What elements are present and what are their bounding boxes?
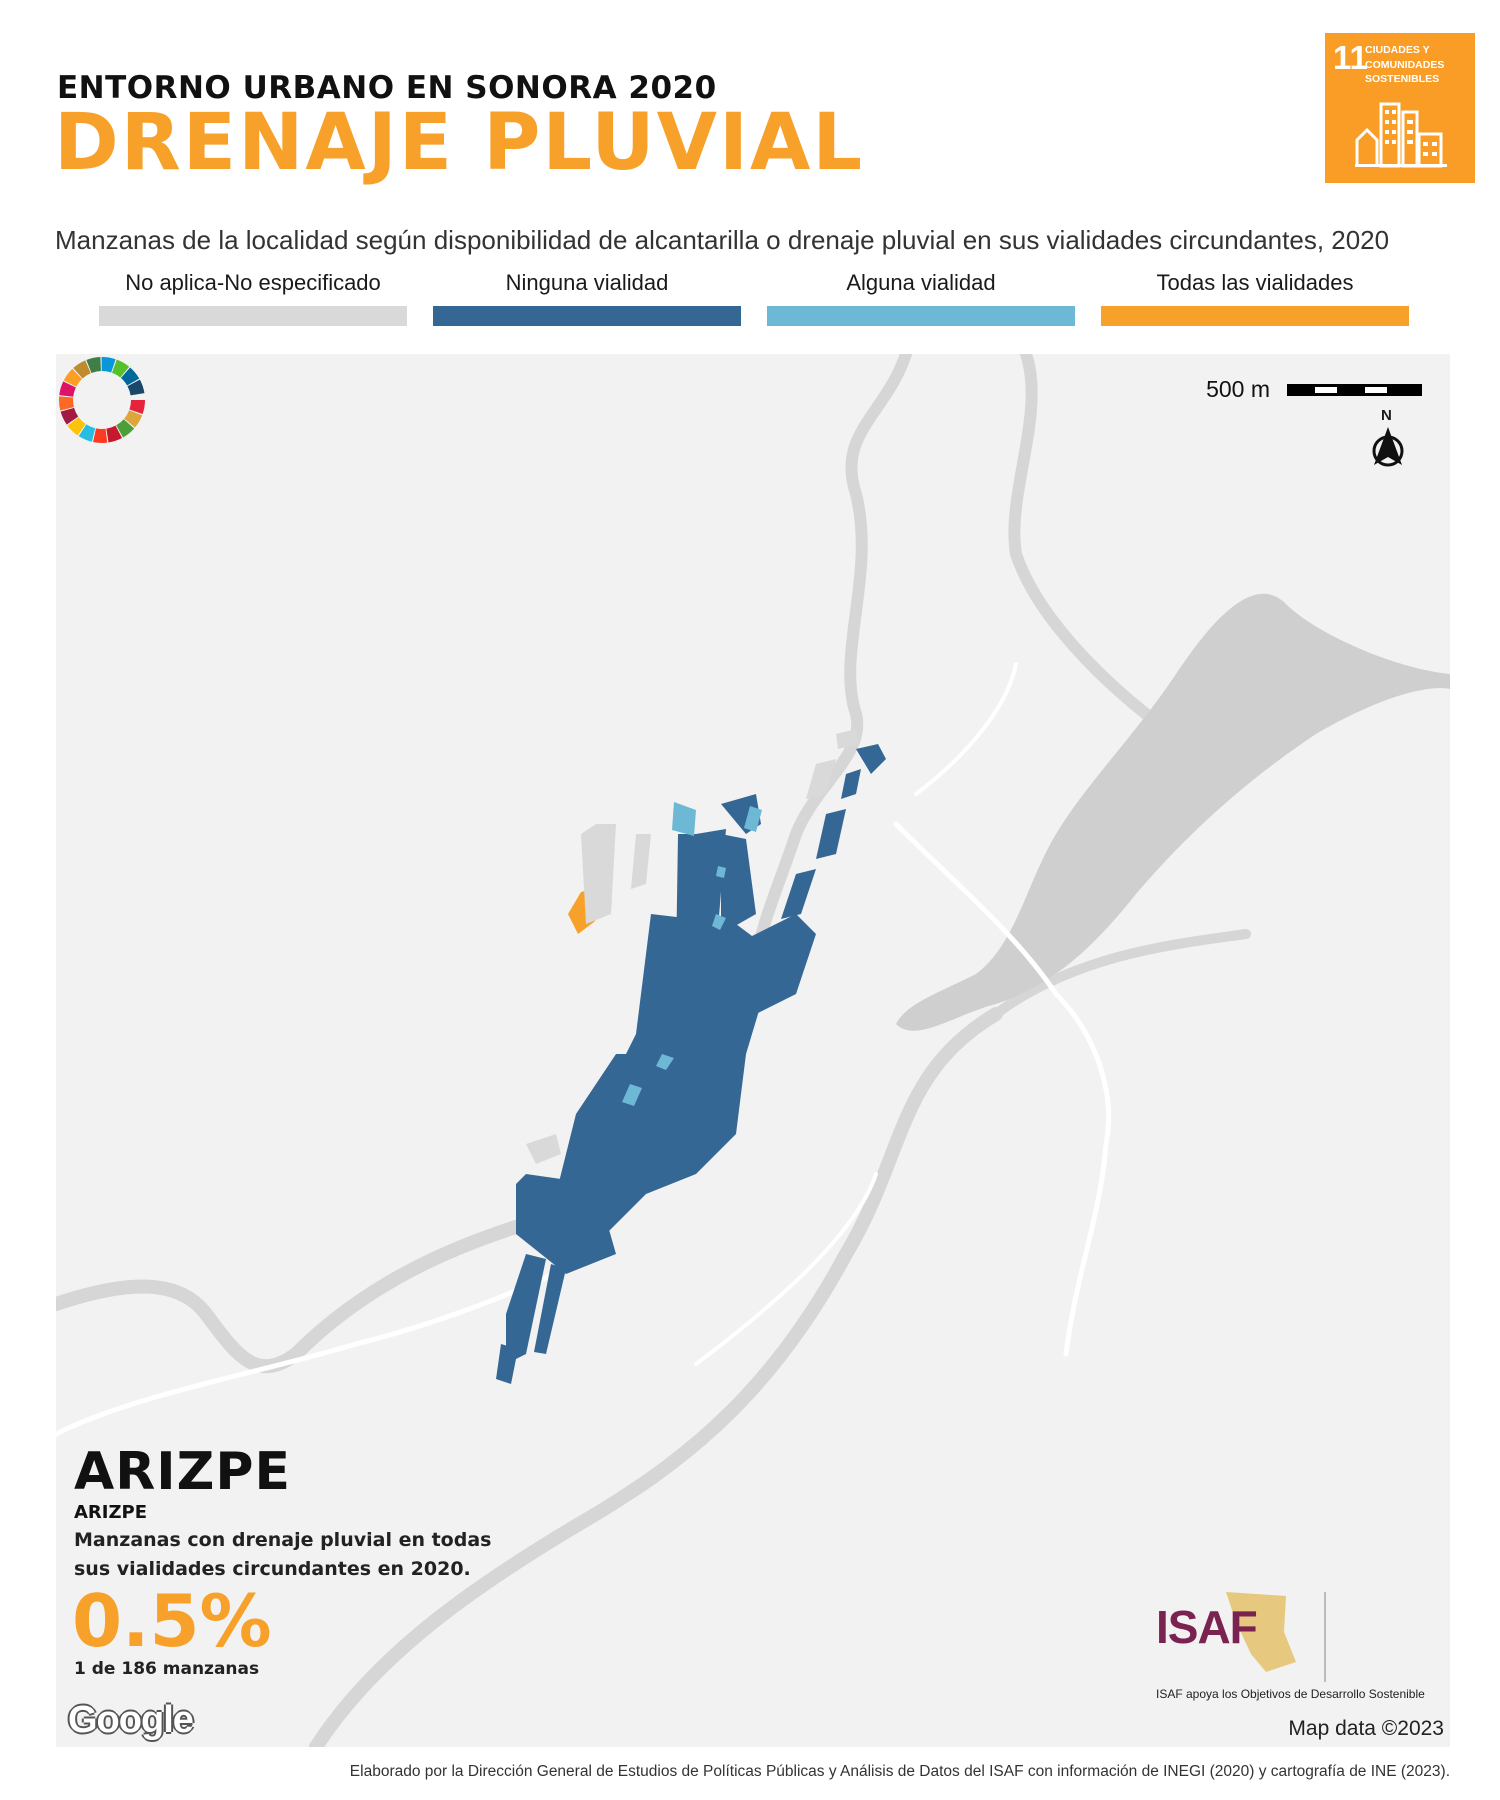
sdg-text: CIUDADES Y COMUNIDADES SOSTENIBLES	[1365, 44, 1445, 86]
reservoir	[896, 593, 1450, 1031]
locality-name: ARIZPE	[74, 1442, 291, 1502]
north-arrow-icon: N	[1366, 407, 1410, 469]
isaf-wordmark: ISAF	[1156, 1601, 1258, 1653]
map-panel[interactable]: 500 m N ARIZPE ARIZPE Manzanas con drena…	[56, 354, 1450, 1747]
river-west-arm	[750, 354, 912, 980]
road-south	[694, 1172, 878, 1366]
legend-item-no-aplica: No aplica-No especificado	[99, 270, 407, 326]
river-main	[1008, 354, 1152, 720]
sdg-number: 11	[1333, 39, 1368, 76]
map-subtitle: Manzanas de la localidad según disponibi…	[55, 225, 1390, 255]
isaf-logo: ISAF	[1156, 1592, 1326, 1682]
blocks-ninguna-tail	[496, 1254, 566, 1384]
logo-divider	[1324, 1592, 1326, 1682]
legend-label: Ninguna vialidad	[505, 270, 669, 295]
north-label: N	[1381, 407, 1392, 424]
legend-label: Alguna vialidad	[846, 270, 996, 295]
stat-value: 0.5%	[72, 1579, 272, 1663]
scale-label: 500 m	[1206, 376, 1270, 402]
municipality-name: ARIZPE	[74, 1502, 148, 1523]
footer-credit: Elaborado por la Dirección General de Es…	[349, 1763, 1450, 1780]
legend-label: No aplica-No especificado	[125, 270, 381, 295]
page-title: DRENAJE PLUVIAL	[54, 98, 865, 188]
map-attribution: Map data ©2023	[1288, 1717, 1444, 1740]
legend-item-ninguna: Ninguna vialidad	[433, 270, 741, 326]
scale-bar	[1287, 384, 1422, 396]
legend-item-alguna: Alguna vialidad	[767, 270, 1075, 326]
legend-item-todas: Todas las vialidades	[1101, 270, 1409, 326]
legend-swatch	[433, 306, 741, 326]
google-logo: Google	[68, 1699, 194, 1741]
road-north	[914, 662, 1018, 796]
city-buildings-icon	[1355, 102, 1447, 168]
legend-swatch	[767, 306, 1075, 326]
isaf-caption: ISAF apoya los Objetivos de Desarrollo S…	[1156, 1687, 1425, 1701]
stat-count: 1 de 186 manzanas	[74, 1659, 260, 1679]
legend-label: Todas las vialidades	[1156, 270, 1354, 295]
sdg-wheel-icon	[59, 357, 145, 443]
stat-description: Manzanas con drenaje pluvial en todas su…	[74, 1529, 492, 1581]
sdg-11-badge: 11 CIUDADES Y COMUNIDADES SOSTENIBLES	[1325, 33, 1475, 183]
legend-swatch	[99, 306, 407, 326]
legend-swatch	[1101, 306, 1409, 326]
